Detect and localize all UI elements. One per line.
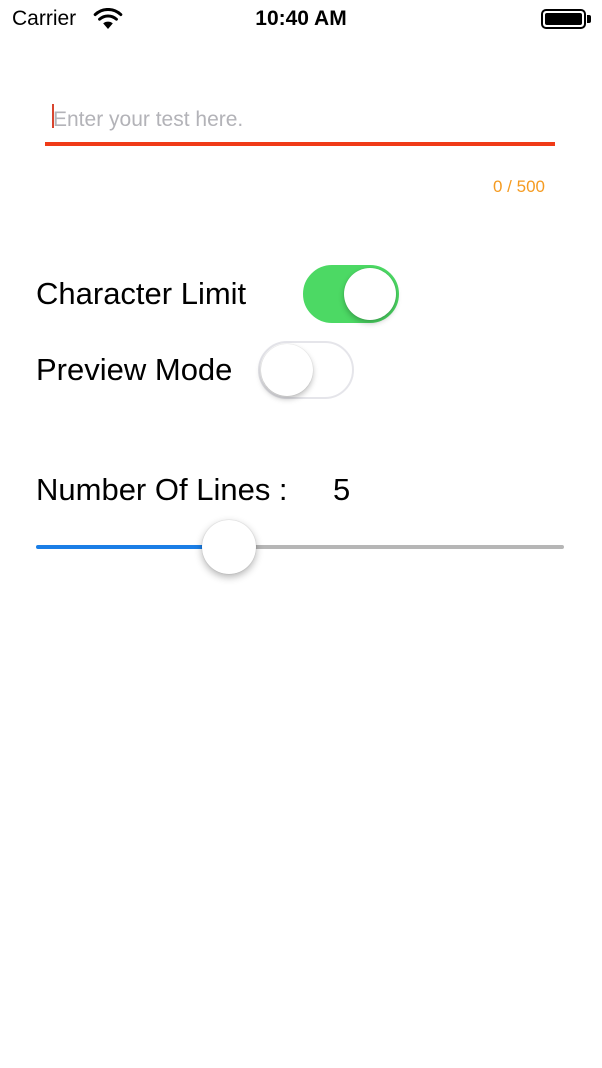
number-of-lines-slider[interactable] <box>36 520 564 574</box>
text-caret <box>52 104 54 128</box>
switch-knob <box>344 268 396 320</box>
input-underline <box>45 142 555 146</box>
slider-thumb[interactable] <box>202 520 256 574</box>
text-input-container <box>45 92 555 146</box>
preview-mode-switch[interactable] <box>258 341 354 399</box>
number-of-lines-value: 5 <box>333 472 351 507</box>
character-limit-switch[interactable] <box>303 265 399 323</box>
character-limit-label: Character Limit <box>36 276 247 311</box>
number-of-lines-label: Number Of Lines : <box>36 472 288 507</box>
status-bar: Carrier 10:40 AM <box>0 0 602 40</box>
battery-icon <box>541 9 591 29</box>
status-time: 10:40 AM <box>255 7 347 30</box>
preview-mode-label: Preview Mode <box>36 352 233 387</box>
slider-max-track <box>229 545 564 549</box>
switch-knob <box>261 344 313 396</box>
test-text-input[interactable] <box>45 100 555 140</box>
screen: Carrier 10:40 AM 0 / 500 Character Limit… <box>0 0 602 1068</box>
slider-min-track <box>36 545 229 549</box>
character-count: 0 / 500 <box>493 177 545 196</box>
